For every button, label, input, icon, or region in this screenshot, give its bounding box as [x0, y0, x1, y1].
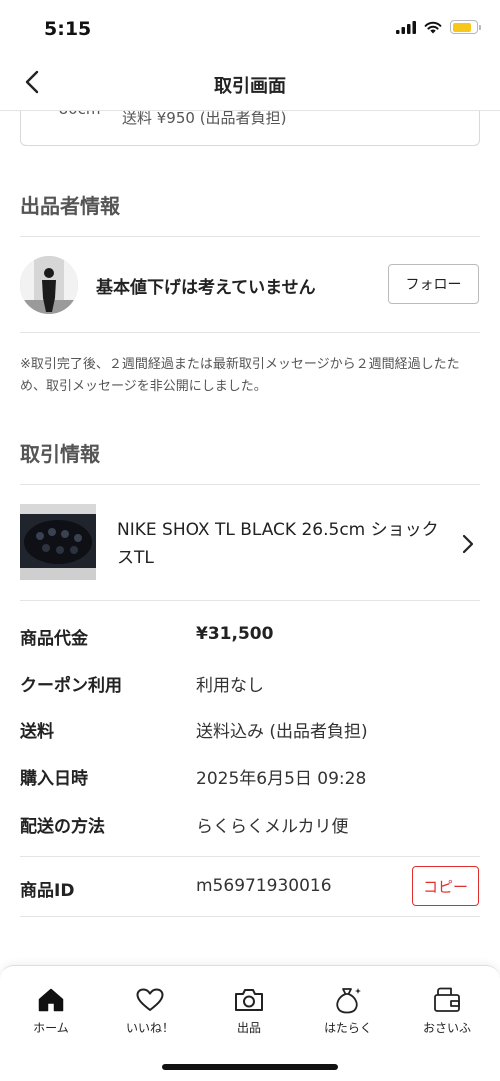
divider [20, 916, 480, 917]
status-icons [396, 20, 481, 34]
status-time: 5:15 [44, 18, 92, 40]
price-value: ¥31,500 [196, 624, 274, 644]
tab-wallet[interactable]: おさいふ [402, 985, 492, 1036]
header-divider [0, 110, 500, 111]
wallet-icon [432, 985, 462, 1015]
product-id-value: m56971930016 [196, 876, 332, 896]
wifi-icon [424, 21, 442, 33]
avatar-image [20, 256, 78, 314]
tab-sell[interactable]: 出品 [204, 985, 294, 1036]
money-bag-icon [333, 985, 363, 1015]
seller-avatar[interactable] [20, 256, 78, 314]
heart-icon [135, 985, 165, 1015]
tab-label: おさいふ [422, 1021, 471, 1035]
product-image [20, 504, 96, 580]
tab-label: いいね！ [125, 1021, 174, 1035]
shipping-label: 送料 [20, 722, 54, 742]
divider [20, 856, 480, 857]
tab-likes[interactable]: いいね！ [105, 985, 195, 1036]
product-name[interactable]: NIKE SHOX TL BLACK 26.5cm ショックスTL [117, 516, 441, 572]
message-notice: ※取引完了後、２週間経過または最新取引メッセージから２週間経過したため、取引メッ… [20, 357, 460, 394]
delivery-method-label: 配送の方法 [20, 817, 105, 837]
signal-icon [396, 20, 416, 34]
home-icon [36, 985, 66, 1015]
seller-name[interactable]: 基本値下げは考えていません [96, 273, 316, 298]
seller-section-title: 出品者情報 [20, 194, 120, 218]
home-indicator [162, 1064, 338, 1070]
purchase-date-value: 2025年6月5日 09:28 [196, 769, 367, 789]
copy-button[interactable]: コピー [412, 866, 479, 906]
page-title: 取引画面 [214, 76, 286, 97]
transaction-section-title: 取引情報 [20, 442, 100, 466]
product-thumbnail[interactable] [20, 504, 96, 580]
coupon-label: クーポン利用 [20, 676, 122, 696]
divider [20, 332, 480, 333]
follow-button[interactable]: フォロー [388, 264, 479, 304]
divider [20, 236, 480, 237]
coupon-value: 利用なし [196, 676, 264, 696]
tab-label: ホーム [33, 1021, 69, 1035]
delivery-method-value: らくらくメルカリ便 [196, 817, 349, 837]
divider [20, 484, 480, 485]
tab-label: はたらく [324, 1021, 372, 1035]
shipping-value: 送料込み (出品者負担) [196, 722, 368, 742]
product-id-label: 商品ID [20, 881, 75, 901]
price-label: 商品代金 [20, 629, 88, 649]
purchase-date-label: 購入日時 [20, 769, 88, 789]
battery-icon [450, 20, 481, 34]
tab-home[interactable]: ホーム [6, 985, 96, 1036]
tab-label: 出品 [236, 1021, 261, 1035]
camera-icon [234, 985, 264, 1015]
battery-level [452, 22, 471, 32]
divider [20, 600, 480, 601]
chevron-right-icon[interactable] [458, 530, 478, 558]
tab-work[interactable]: はたらく [303, 985, 393, 1036]
